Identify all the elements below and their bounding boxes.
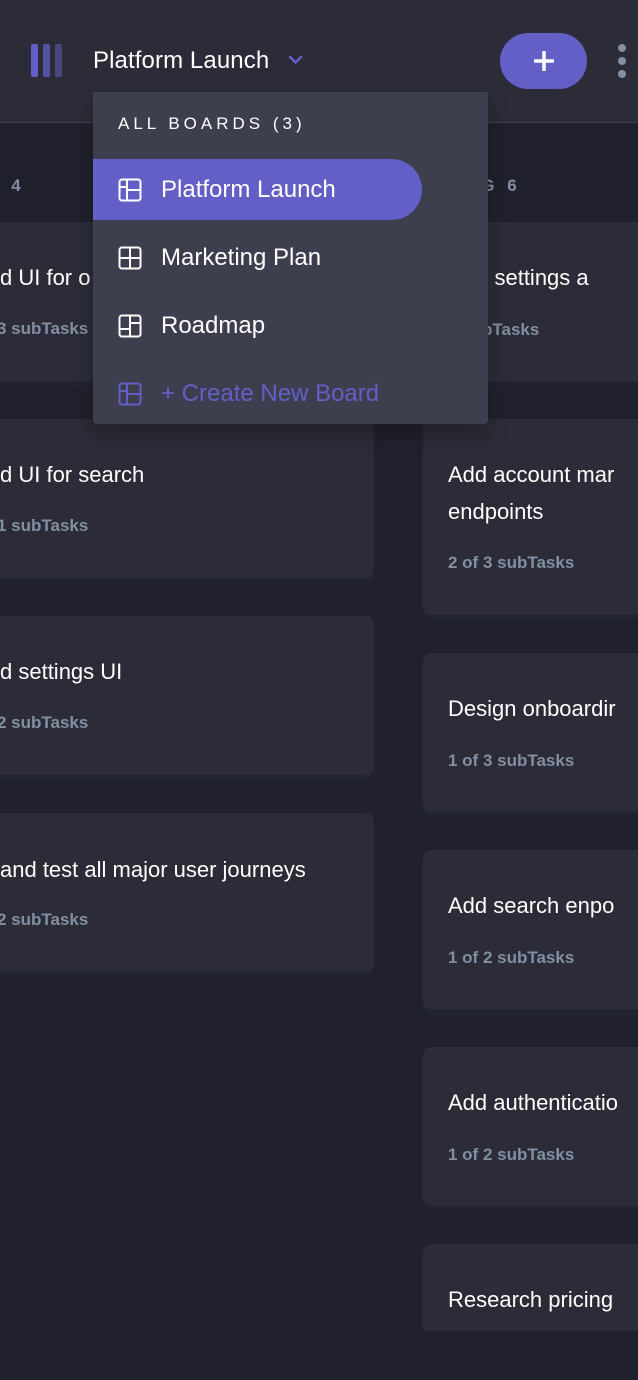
card-title: and test all major user journeys bbox=[0, 857, 306, 882]
board-item-label: Platform Launch bbox=[161, 175, 336, 203]
board-icon bbox=[118, 246, 142, 269]
card-title: d UI for o bbox=[0, 265, 91, 290]
task-card[interactable]: Design onboardir 1 of 3 subTasks bbox=[423, 653, 638, 812]
create-new-board-label: + Create New Board bbox=[161, 379, 380, 407]
chevron-down-icon[interactable] bbox=[288, 54, 303, 66]
board-item-roadmap[interactable]: Roadmap bbox=[93, 295, 422, 356]
task-card[interactable]: Add account mar endpoints 2 of 3 subTask… bbox=[423, 419, 638, 615]
board-item-label: Roadmap bbox=[161, 311, 266, 339]
create-new-board-button[interactable]: + Create New Board bbox=[93, 363, 422, 424]
task-card[interactable] bbox=[0, 616, 374, 775]
card-subtasks: 3 subTasks bbox=[0, 319, 89, 338]
card-title: Add account mar bbox=[448, 462, 615, 487]
board-icon bbox=[118, 382, 142, 405]
task-card[interactable]: Add search enpo 1 of 2 subTasks bbox=[423, 850, 638, 1009]
board-title[interactable]: Platform Launch bbox=[93, 47, 269, 75]
card-subtasks: 2 subTasks bbox=[0, 910, 89, 929]
boards-dropdown: ALL BOARDS (3) Platform Launch Marketing… bbox=[93, 92, 488, 424]
card-title: Research pricing bbox=[448, 1287, 614, 1312]
card-title-line-2: endpoints bbox=[448, 499, 544, 524]
card-title: d UI for search bbox=[0, 462, 145, 487]
board-item-marketing-plan[interactable]: Marketing Plan bbox=[93, 227, 422, 288]
column-header-todo: DO 4 bbox=[0, 176, 25, 195]
board-icon bbox=[118, 314, 142, 337]
card-subtasks: 1 of 2 subTasks bbox=[448, 1145, 575, 1164]
board-item-label: Marketing Plan bbox=[161, 243, 322, 271]
board-item-platform-launch[interactable]: Platform Launch bbox=[93, 159, 422, 220]
add-task-button[interactable] bbox=[500, 33, 587, 89]
card-subtasks: 1 of 3 subTasks bbox=[448, 751, 575, 770]
plus-icon bbox=[533, 51, 554, 71]
card-subtasks: 1 subTasks bbox=[0, 516, 89, 535]
task-card[interactable]: Add authenticatio 1 of 2 subTasks bbox=[423, 1047, 638, 1206]
kebab-menu-icon[interactable] bbox=[616, 44, 628, 80]
card-title: d settings UI bbox=[0, 659, 123, 684]
bottom-area bbox=[0, 1331, 638, 1380]
card-subtasks: 2 subTasks bbox=[0, 713, 89, 732]
board-icon bbox=[118, 178, 142, 201]
dropdown-heading: ALL BOARDS (3) bbox=[118, 114, 306, 133]
card-subtasks: 1 of 2 subTasks bbox=[448, 948, 575, 967]
card-title: Add search enpo bbox=[448, 893, 615, 918]
card-title: Add authenticatio bbox=[448, 1090, 619, 1115]
task-card[interactable] bbox=[0, 419, 374, 578]
app: DO 4 d UI for o 3 subTasks d UI for sear… bbox=[0, 0, 638, 1380]
task-card[interactable] bbox=[0, 813, 374, 972]
card-title: Design onboardir bbox=[448, 696, 616, 721]
card-subtasks: 2 of 3 subTasks bbox=[448, 553, 575, 572]
logo-icon bbox=[31, 44, 63, 77]
